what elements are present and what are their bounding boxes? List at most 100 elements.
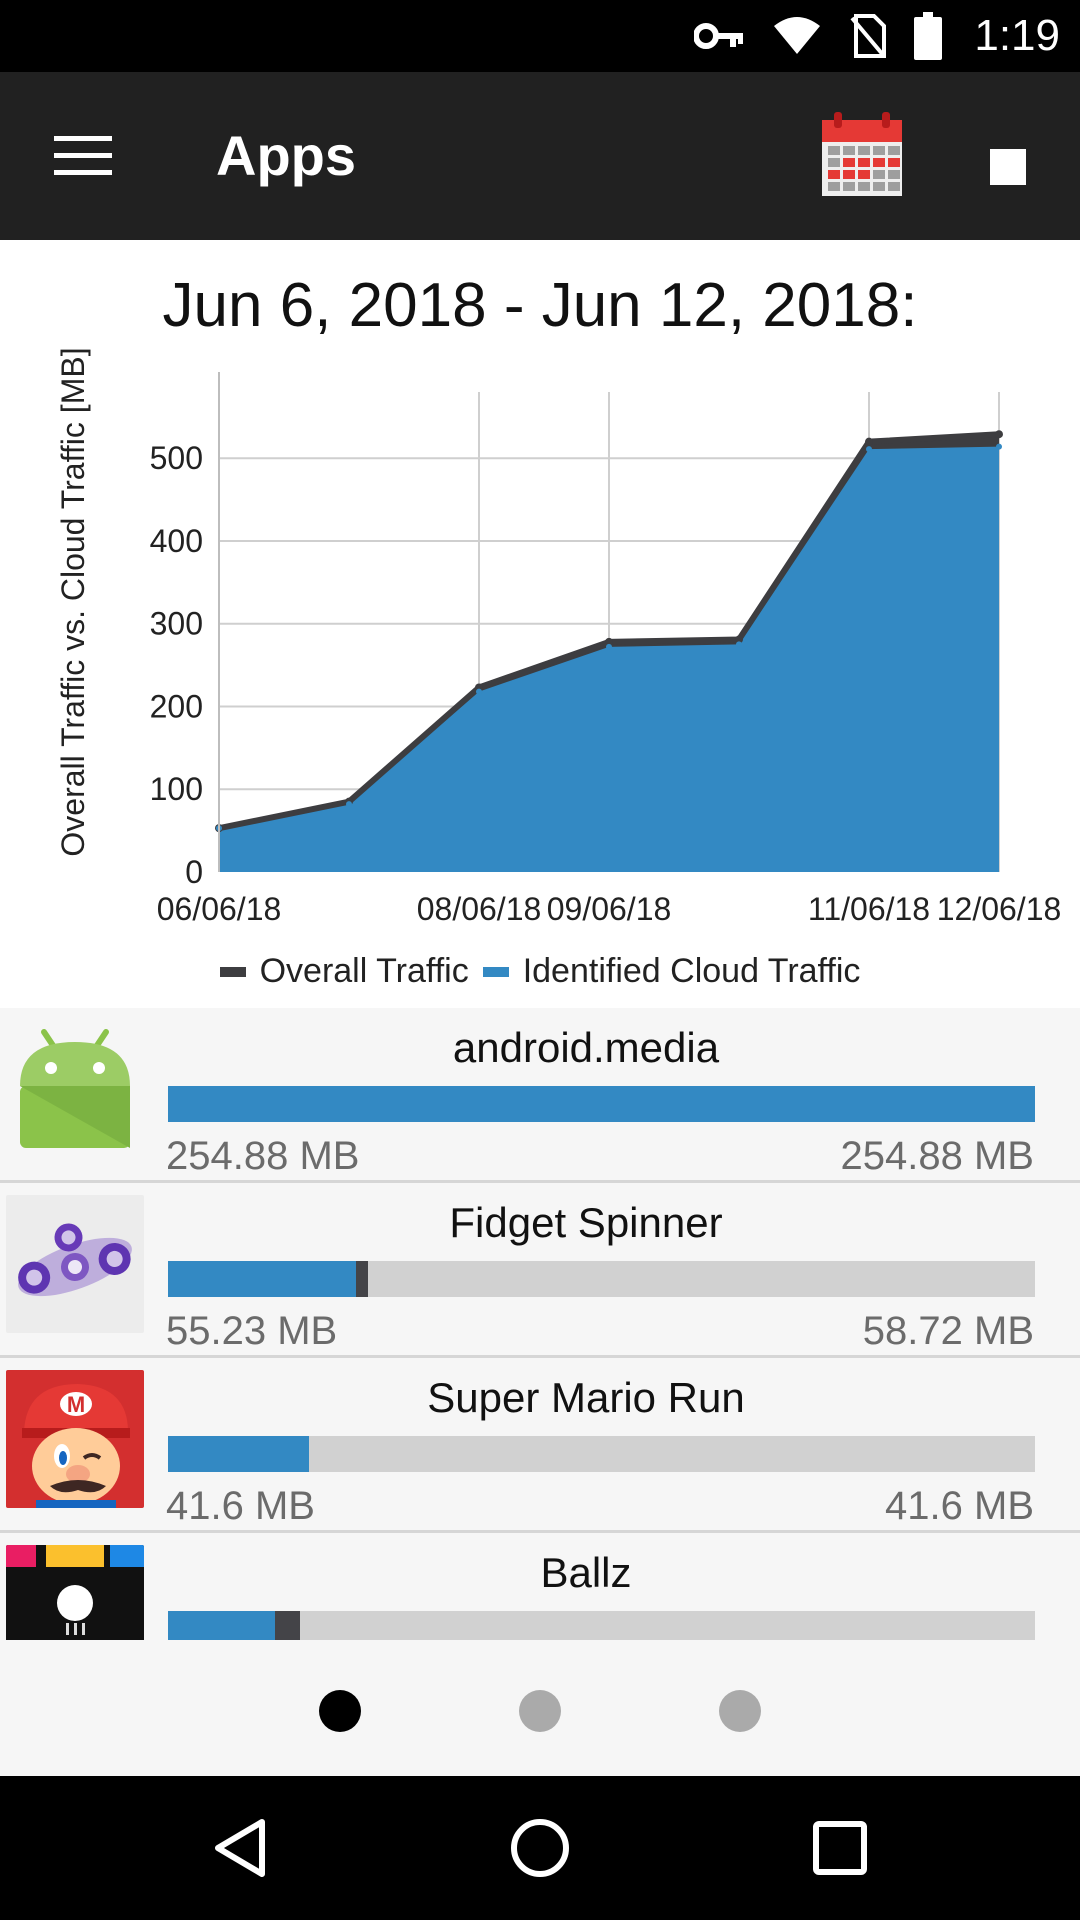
- app-name: Super Mario Run: [427, 1374, 745, 1421]
- calendar-button[interactable]: [820, 112, 910, 202]
- back-icon: [215, 1819, 265, 1877]
- app-row-fidget-spinner[interactable]: Fidget Spinner 55.23 MB 58.72 MB: [0, 1183, 1080, 1358]
- calendar-cell: [828, 170, 840, 179]
- status-time: 1:19: [974, 11, 1060, 60]
- calendar-cell: [828, 146, 840, 155]
- mario-icon: M: [6, 1370, 144, 1508]
- page-dot-2[interactable]: [519, 1690, 561, 1732]
- hamburger-icon: [54, 136, 112, 175]
- overall-traffic-value: 58.72 MB: [862, 1309, 1034, 1353]
- traffic-bar: [168, 1261, 1035, 1297]
- legend-swatch-cloud: [482, 966, 509, 977]
- vpn-key-icon: [694, 23, 744, 49]
- recents-icon: [813, 1821, 867, 1875]
- cloud-traffic-point: [346, 801, 352, 808]
- status-bar: 1:19: [0, 0, 1080, 72]
- y-tick-label: 200: [150, 688, 203, 724]
- traffic-bar: [168, 1611, 1035, 1640]
- calendar-cell: [858, 182, 870, 191]
- calendar-cell: [858, 146, 870, 155]
- wifi-icon: [774, 17, 821, 54]
- stop-button[interactable]: [975, 134, 1041, 200]
- cloud-traffic-value: 55.23 MB: [166, 1309, 338, 1353]
- home-button[interactable]: [500, 1808, 580, 1888]
- fidget-spinner-icon: [6, 1195, 144, 1333]
- calendar-cell: [858, 170, 870, 179]
- calendar-cell: [888, 182, 900, 191]
- calendar-cell: [843, 182, 855, 191]
- app-row-ballz[interactable]: Ballz: [0, 1533, 1080, 1640]
- calendar-cell: [888, 146, 900, 155]
- calendar-cell: [873, 170, 885, 179]
- cloud-traffic-point: [476, 688, 482, 695]
- cloud-traffic-point: [736, 641, 742, 648]
- android-robot-icon: [6, 1020, 144, 1158]
- app-bar: Apps: [0, 72, 1080, 240]
- stop-icon: [990, 149, 1026, 185]
- traffic-bar: [168, 1086, 1035, 1122]
- cloud-traffic-value: 41.6 MB: [166, 1484, 315, 1528]
- y-tick-label: 500: [150, 440, 203, 476]
- system-nav-bar: [0, 1776, 1080, 1920]
- calendar-cell: [888, 170, 900, 179]
- calendar-cell: [873, 158, 885, 167]
- cloud-bar-fill: [168, 1611, 275, 1640]
- chart-canvas: 0 100 200 300 400 500 06/06/18 08/06/18 09/06/18…: [55, 347, 1062, 927]
- home-icon: [511, 1819, 569, 1877]
- calendar-cell: [843, 146, 855, 155]
- cloud-traffic-point: [866, 446, 872, 453]
- y-tick-label: 0: [185, 854, 203, 890]
- app-row-super-mario-run[interactable]: M Super Mario Run 41.6 MB 41.6 MB: [0, 1358, 1080, 1533]
- page-indicator: [0, 1640, 1080, 1776]
- legend-item-overall: Overall Traffic: [219, 952, 469, 991]
- calendar-icon: [822, 112, 902, 196]
- legend-label-cloud: Identified Cloud Traffic: [522, 952, 861, 990]
- calendar-cell: [873, 146, 885, 155]
- battery-icon: [914, 12, 943, 60]
- calendar-cell: [888, 158, 900, 167]
- no-sim-icon: [850, 14, 887, 58]
- calendar-cell: [828, 158, 840, 167]
- calendar-cell: [828, 182, 840, 191]
- calendar-cell: [873, 182, 885, 191]
- overall-traffic-value: 41.6 MB: [885, 1484, 1034, 1528]
- traffic-chart: Jun 6, 2018 - Jun 12, 2018: 0 100 200 300 40…: [0, 240, 1080, 1008]
- x-tick-label: 11/06/18: [808, 891, 930, 927]
- cloud-bar-fill: [168, 1436, 310, 1472]
- page-title: Apps: [216, 124, 356, 187]
- legend-swatch-overall: [219, 966, 246, 977]
- cloud-bar-fill: [168, 1086, 1035, 1122]
- app-name: android.media: [452, 1024, 720, 1071]
- overall-traffic-point: [995, 430, 1003, 439]
- traffic-bar: [168, 1436, 1035, 1472]
- calendar-cell: [858, 158, 870, 167]
- status-icons: 1:19: [694, 0, 1060, 72]
- page-dot-3[interactable]: [719, 1690, 761, 1732]
- overall-traffic-point: [865, 437, 873, 446]
- x-tick-label: 08/06/18: [417, 891, 542, 927]
- app-list[interactable]: android.media 254.88 MB 254.88 MB Fidget…: [0, 1008, 1080, 1640]
- calendar-cell: [843, 170, 855, 179]
- y-tick-label: 400: [150, 523, 203, 559]
- y-tick-label: 100: [150, 771, 203, 807]
- menu-button[interactable]: [40, 120, 126, 192]
- cloud-bar-fill: [168, 1261, 356, 1297]
- calendar-cell: [843, 158, 855, 167]
- app-name: Fidget Spinner: [449, 1199, 723, 1246]
- x-tick-label: 12/06/18: [937, 891, 1062, 927]
- cloud-traffic-point: [606, 643, 612, 650]
- chart-legend: Overall Traffic Identified Cloud Traffic: [0, 952, 1080, 991]
- y-tick-label: 300: [150, 606, 203, 642]
- back-button[interactable]: [200, 1808, 280, 1888]
- ballz-icon: [6, 1545, 144, 1640]
- legend-item-cloud: Identified Cloud Traffic: [482, 952, 861, 991]
- overall-traffic-value: 254.88 MB: [840, 1134, 1034, 1178]
- app-row-android-media[interactable]: android.media 254.88 MB 254.88 MB: [0, 1008, 1080, 1183]
- page-dot-1[interactable]: [319, 1690, 361, 1732]
- cloud-traffic-point: [996, 443, 1002, 450]
- x-tick-label: 06/06/18: [157, 891, 282, 927]
- svg-text:M: M: [67, 1392, 85, 1417]
- recents-button[interactable]: [800, 1808, 880, 1888]
- y-axis-label: Overall Traffic vs. Cloud Traffic [MB]: [55, 347, 91, 856]
- cloud-traffic-value: 254.88 MB: [166, 1134, 360, 1178]
